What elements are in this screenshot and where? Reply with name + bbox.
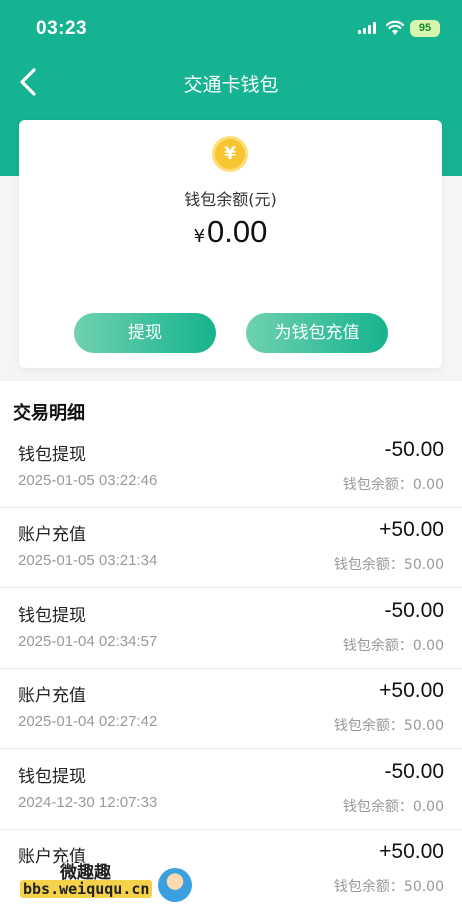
watermark-avatar-icon [158, 868, 192, 902]
transaction-amount: +50.00 [379, 518, 444, 541]
transaction-balance: 钱包余额：0.00 [342, 638, 444, 654]
transaction-type: 钱包提现 [18, 606, 86, 626]
watermark-url: bbs.weiququ.cn [20, 880, 153, 898]
page-title: 交通卡钱包 [183, 74, 279, 96]
transaction-balance: 钱包余额：50.00 [333, 879, 444, 895]
balance-value: 0.00 [207, 214, 268, 249]
transaction-row[interactable]: 钱包提现 -50.00 2024-12-30 12:07:33 钱包余额：0.0… [0, 750, 462, 830]
transaction-type: 钱包提现 [18, 445, 86, 465]
transaction-row[interactable]: 钱包提现 -50.00 2025-01-04 02:34:57 钱包余额：0.0… [0, 589, 462, 669]
battery-level: 95 [418, 22, 432, 34]
transaction-type: 账户充值 [18, 525, 86, 545]
coin-icon: ¥ [212, 136, 248, 172]
transaction-date: 2025-01-05 03:21:34 [18, 552, 158, 569]
transaction-date: 2025-01-05 03:22:46 [18, 472, 158, 489]
balance-label: 钱包余额(元) [184, 190, 277, 209]
transaction-row[interactable]: 账户充值 +50.00 2025-01-04 02:27:42 钱包余额：50.… [0, 669, 462, 749]
transaction-amount: -50.00 [384, 438, 444, 461]
battery-icon: 95 [410, 20, 440, 37]
transaction-amount: -50.00 [384, 760, 444, 783]
transaction-amount: -50.00 [384, 599, 444, 622]
transaction-balance: 钱包余额：0.00 [342, 477, 444, 493]
transaction-list: 交易明细 钱包提现 -50.00 2025-01-05 03:22:46 钱包余… [0, 381, 462, 920]
transaction-section-title: 交易明细 [13, 403, 85, 424]
recharge-button[interactable]: 为钱包充值 [246, 313, 388, 353]
currency-symbol: ¥ [193, 226, 206, 247]
transaction-amount: +50.00 [379, 840, 444, 863]
transaction-balance: 钱包余额：0.00 [342, 799, 444, 815]
status-bar: 03:23 95 [0, 0, 462, 58]
transaction-date: 2024-12-30 12:07:33 [18, 794, 158, 811]
status-time: 03:23 [36, 18, 88, 39]
transaction-type: 账户充值 [18, 686, 86, 706]
transaction-balance: 钱包余额：50.00 [333, 718, 444, 734]
transaction-row[interactable]: 钱包提现 -50.00 2025-01-05 03:22:46 钱包余额：0.0… [0, 428, 462, 508]
wallet-card: ¥ 钱包余额(元) ¥0.00 提现 为钱包充值 [19, 120, 442, 368]
watermark: 微趣趣 bbs.weiququ.cn [20, 858, 195, 908]
transaction-row[interactable]: 账户充值 +50.00 2025-01-05 03:21:34 钱包余额：50.… [0, 508, 462, 588]
signal-icon [358, 22, 378, 34]
transaction-amount: +50.00 [379, 679, 444, 702]
withdraw-button[interactable]: 提现 [74, 313, 216, 353]
transaction-balance: 钱包余额：50.00 [333, 557, 444, 573]
balance-amount: ¥0.00 [19, 214, 442, 250]
wifi-icon [386, 20, 404, 35]
transaction-date: 2025-01-04 02:34:57 [18, 633, 158, 650]
transaction-date: 2025-01-04 02:27:42 [18, 713, 158, 730]
transaction-type: 钱包提现 [18, 767, 86, 787]
